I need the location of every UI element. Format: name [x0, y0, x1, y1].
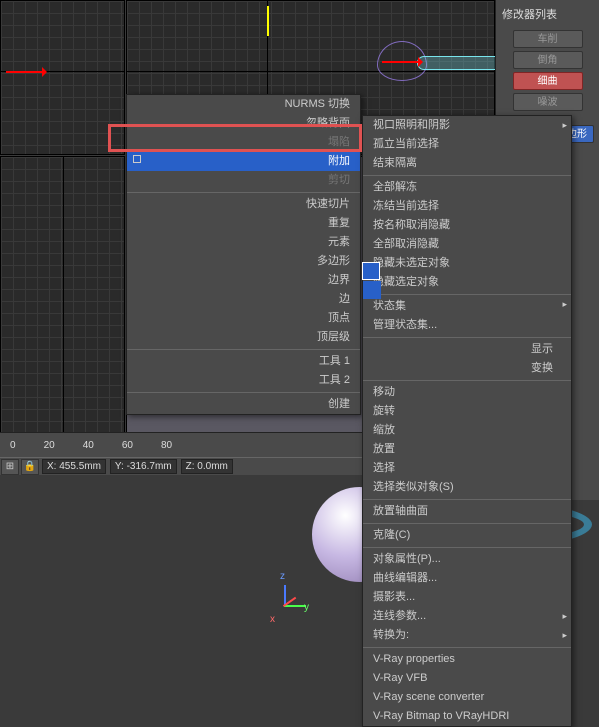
chamfer-button[interactable]: 倒角	[513, 51, 583, 69]
menu-item[interactable]: 忽略背面	[127, 114, 360, 133]
menu-item[interactable]: 全部取消隐藏	[363, 235, 571, 254]
tick: 0	[10, 440, 16, 451]
tool-icon[interactable]: ⊞	[1, 459, 19, 475]
menu-item[interactable]: 缩放	[363, 421, 571, 440]
menu-item[interactable]: 附加	[127, 152, 360, 171]
menu-item[interactable]: 全部解冻	[363, 175, 571, 197]
menu-item[interactable]: V-Ray properties	[363, 647, 571, 669]
tick: 80	[161, 440, 172, 451]
menu-item[interactable]: 顶层级	[127, 328, 360, 347]
tick: 60	[122, 440, 133, 451]
menu-item[interactable]: 变换	[363, 359, 571, 378]
menu-item[interactable]: 选择	[363, 459, 571, 478]
menu-item[interactable]: 工具 2	[127, 371, 360, 390]
viewport-top-left[interactable]	[0, 0, 125, 155]
tick: 40	[83, 440, 94, 451]
menu-item[interactable]: 快速切片	[127, 192, 360, 214]
panel-title: 修改器列表	[502, 6, 593, 22]
menu-item[interactable]: NURMS 切换	[127, 95, 360, 114]
menu-item[interactable]: 转换为:	[363, 626, 571, 645]
noise-button[interactable]: 噪波	[513, 93, 583, 111]
checkbox-icon	[133, 155, 141, 163]
menu-item[interactable]: V-Ray scene converter	[363, 688, 571, 707]
menu-item[interactable]: 边	[127, 290, 360, 309]
menu-item[interactable]: 移动	[363, 380, 571, 402]
menu-item[interactable]: 重复	[127, 214, 360, 233]
menu-item[interactable]: 按名称取消隐藏	[363, 216, 571, 235]
menu-item[interactable]: 曲线编辑器...	[363, 569, 571, 588]
menu-item[interactable]: V-Ray VFB	[363, 669, 571, 688]
lathe-button[interactable]: 车削	[513, 30, 583, 48]
context-menu-right: 视口照明和阴影孤立当前选择结束隔离全部解冻冻结当前选择按名称取消隐藏全部取消隐藏…	[362, 115, 572, 727]
x-coord[interactable]: X: 455.5mm	[42, 459, 106, 474]
z-coord[interactable]: Z: 0.0mm	[181, 459, 233, 474]
context-menu-left: NURMS 切换忽略背面塌陷附加剪切快速切片重复元素多边形边界边顶点顶层级工具 …	[126, 94, 361, 415]
tick: 20	[44, 440, 55, 451]
menu-indicator-icon	[362, 262, 380, 280]
arrow-icon	[267, 6, 269, 36]
menu-item[interactable]: 视口照明和阴影	[363, 116, 571, 135]
menu-item[interactable]: 管理状态集...	[363, 316, 571, 335]
menu-item[interactable]: 对象属性(P)...	[363, 547, 571, 569]
menu-item[interactable]: 状态集	[363, 294, 571, 316]
menu-item[interactable]: 摄影表...	[363, 588, 571, 607]
menu-item[interactable]: 创建	[127, 392, 360, 414]
menu-item[interactable]: V-Ray Bitmap to VRayHDRI	[363, 707, 571, 726]
z-label: z	[280, 571, 285, 582]
menu-item[interactable]: 多边形	[127, 252, 360, 271]
menu-item[interactable]: 连线参数...	[363, 607, 571, 626]
axis-x	[127, 71, 494, 72]
x-label: x	[270, 614, 275, 625]
viewport-bottom-left[interactable]	[0, 156, 125, 475]
menu-item[interactable]: 顶点	[127, 309, 360, 328]
menu-item[interactable]: 塌陷	[127, 133, 360, 152]
axis-y	[63, 157, 64, 474]
menu-item[interactable]: 元素	[127, 233, 360, 252]
grid	[1, 1, 124, 154]
menu-item[interactable]: 冻结当前选择	[363, 197, 571, 216]
bend-button[interactable]: 细曲	[513, 72, 583, 90]
arrow-icon	[6, 71, 46, 73]
menu-item[interactable]: 孤立当前选择	[363, 135, 571, 154]
menu-item[interactable]: 边界	[127, 271, 360, 290]
menu-item[interactable]: 隐藏选定对象	[363, 273, 571, 292]
y-label: y	[304, 602, 309, 613]
menu-item[interactable]: 显示	[363, 337, 571, 359]
menu-item[interactable]: 旋转	[363, 402, 571, 421]
menu-item[interactable]: 剪切	[127, 171, 360, 190]
menu-item[interactable]: 结束隔离	[363, 154, 571, 173]
menu-item[interactable]: 隐藏未选定对象	[363, 254, 571, 273]
menu-item[interactable]: 工具 1	[127, 349, 360, 371]
menu-item[interactable]: 放置	[363, 440, 571, 459]
lock-icon[interactable]: 🔒	[21, 459, 39, 475]
arrow-icon	[382, 61, 422, 63]
menu-item[interactable]: 克隆(C)	[363, 523, 571, 545]
menu-item[interactable]: 选择类似对象(S)	[363, 478, 571, 497]
menu-item[interactable]: 放置轴曲面	[363, 499, 571, 521]
y-coord[interactable]: Y: -316.7mm	[110, 459, 177, 474]
axis-gizmo: z y x	[272, 577, 312, 617]
